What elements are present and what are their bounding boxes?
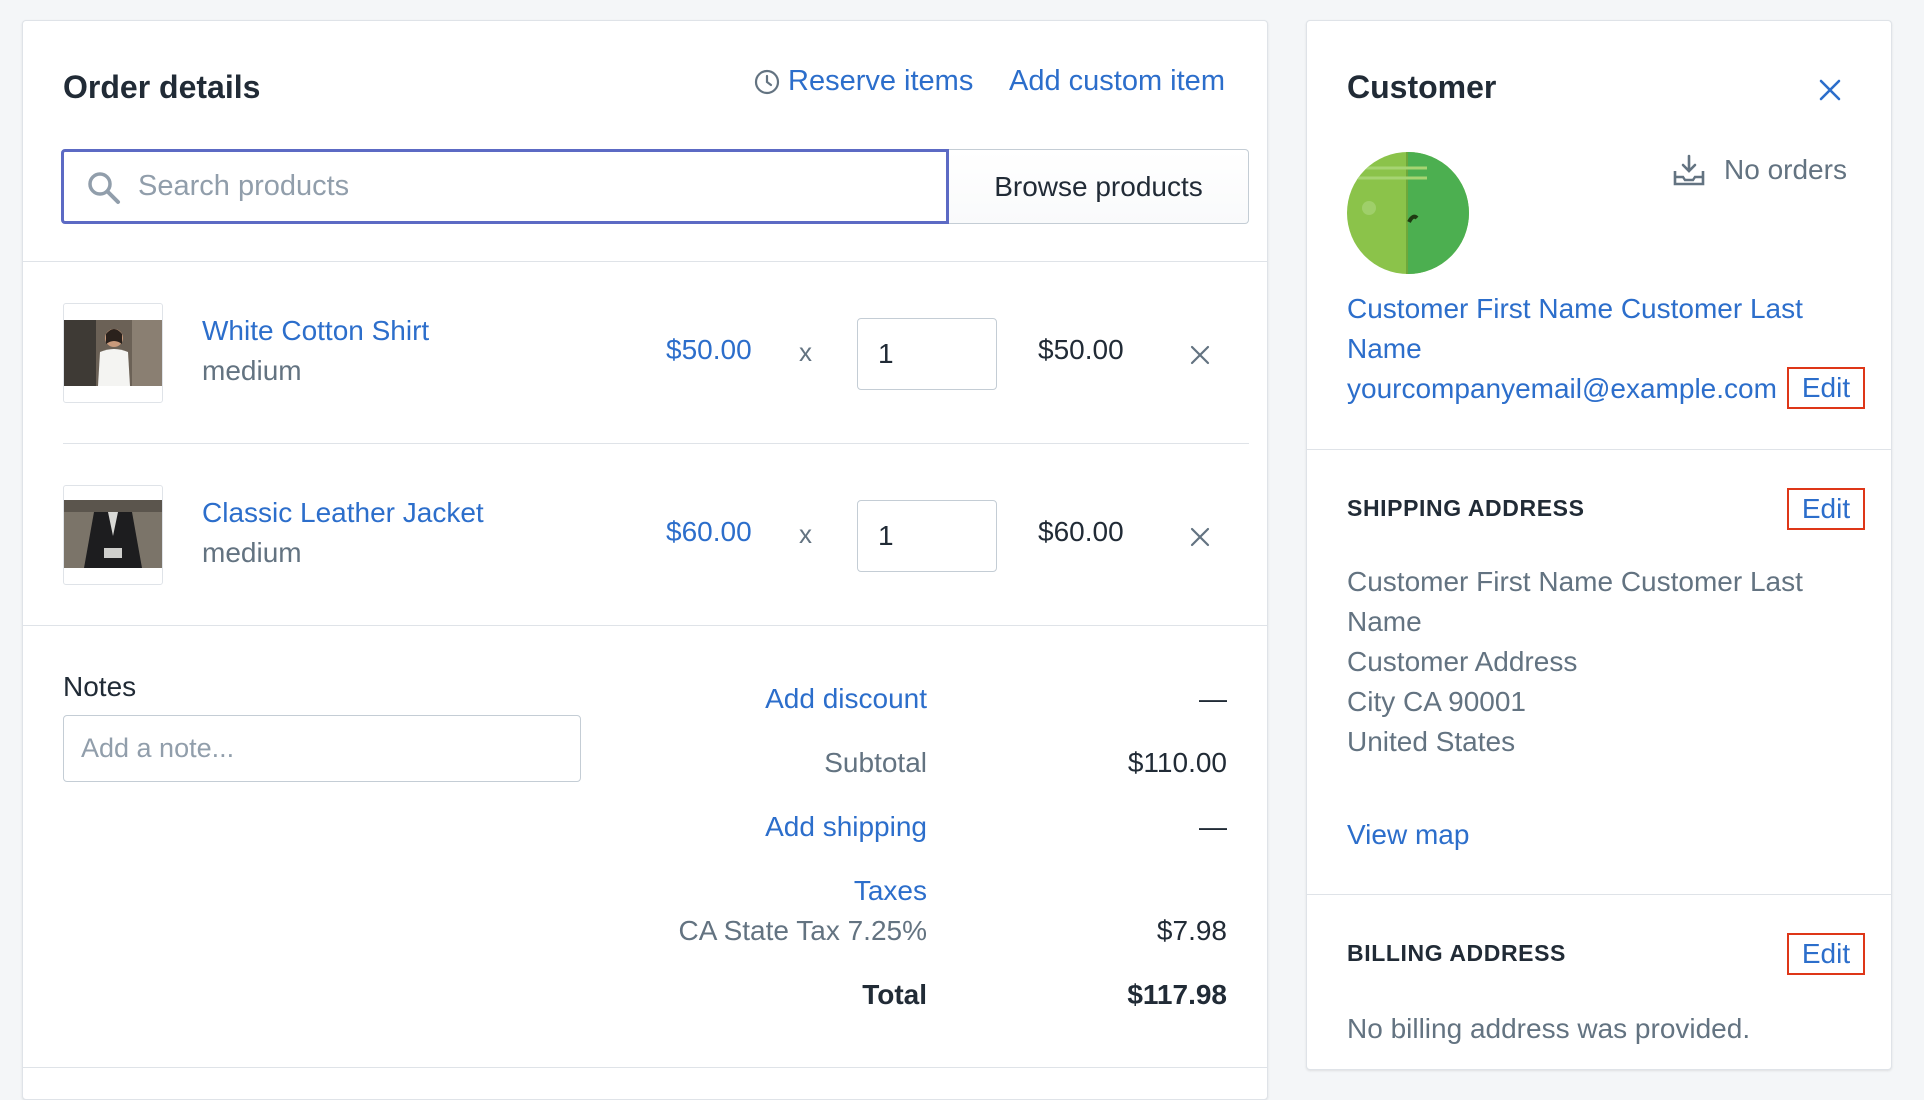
- edit-customer-button[interactable]: Edit: [1787, 367, 1865, 409]
- total-value: $117.98: [1127, 979, 1227, 1010]
- add-custom-item-link[interactable]: Add custom item: [1009, 65, 1225, 98]
- product-variant: medium: [202, 355, 302, 386]
- notes-label: Notes: [63, 671, 137, 702]
- customer-name-link[interactable]: Customer First Name Customer Last Name: [1347, 289, 1803, 369]
- orders-status: No orders: [1672, 153, 1847, 187]
- divider: [23, 261, 1267, 262]
- divider: [63, 443, 1249, 444]
- line-total: $50.00: [1038, 334, 1124, 365]
- product-name-link[interactable]: White Cotton Shirt: [202, 315, 429, 347]
- total-label: Total: [862, 979, 927, 1010]
- unit-price-link[interactable]: $50.00: [666, 334, 752, 366]
- shipping-address-heading: SHIPPING ADDRESS: [1347, 495, 1585, 521]
- address-line: United States: [1347, 726, 1516, 757]
- edit-billing-address-button[interactable]: Edit: [1787, 933, 1865, 975]
- orders-status-text: No orders: [1724, 154, 1847, 185]
- times-sign: x: [799, 337, 812, 367]
- browse-products-button[interactable]: Browse products: [949, 149, 1249, 224]
- reserve-items-link[interactable]: Reserve items: [754, 65, 973, 98]
- discount-value: —: [1199, 683, 1227, 714]
- taxes-link[interactable]: Taxes: [527, 875, 927, 907]
- product-variant: medium: [202, 537, 302, 568]
- inbox-download-icon: [1673, 154, 1705, 186]
- address-line: City CA 90001: [1347, 686, 1526, 717]
- divider: [1307, 449, 1891, 450]
- quantity-input[interactable]: [857, 318, 997, 390]
- billing-address-text: No billing address was provided.: [1347, 1013, 1751, 1044]
- customer-card: Customer No orders Customer First Name C…: [1306, 20, 1892, 1070]
- avatar: [1347, 152, 1469, 274]
- order-details-card: Order details Reserve items Add custom i…: [22, 20, 1268, 1100]
- clock-icon: [754, 69, 780, 94]
- address-line: Name: [1347, 606, 1422, 637]
- search-icon: [88, 172, 120, 204]
- customer-name-line: Name: [1347, 333, 1422, 364]
- product-name-link[interactable]: Classic Leather Jacket: [202, 497, 484, 529]
- tax-line-label: CA State Tax 7.25%: [678, 915, 927, 946]
- add-discount-link[interactable]: Add discount: [527, 683, 927, 715]
- order-details-title: Order details: [63, 69, 261, 105]
- close-icon[interactable]: [1189, 526, 1211, 548]
- note-input[interactable]: [63, 715, 581, 782]
- customer-name-line: Customer First Name Customer Last: [1347, 293, 1803, 324]
- product-search-box: [61, 149, 949, 224]
- shipping-address-block: Customer First Name Customer Last Name C…: [1347, 562, 1803, 762]
- add-shipping-link[interactable]: Add shipping: [527, 811, 927, 843]
- close-icon[interactable]: [1817, 77, 1843, 103]
- tax-line-value: $7.98: [1156, 915, 1227, 946]
- shipping-value: —: [1199, 811, 1227, 842]
- subtotal-value: $110.00: [1127, 747, 1227, 778]
- line-total: $60.00: [1038, 516, 1124, 547]
- customer-email-link[interactable]: yourcompanyemail@example.com: [1347, 369, 1777, 409]
- product-thumbnail-jacket: [63, 485, 163, 585]
- product-thumbnail-shirt: [63, 303, 163, 403]
- quantity-input[interactable]: [857, 500, 997, 572]
- unit-price-link[interactable]: $60.00: [666, 516, 752, 548]
- reserve-items-label: Reserve items: [788, 65, 974, 97]
- divider: [23, 1067, 1267, 1068]
- close-icon[interactable]: [1189, 344, 1211, 366]
- divider: [23, 625, 1267, 626]
- edit-shipping-address-button[interactable]: Edit: [1787, 488, 1865, 530]
- search-products-input[interactable]: [138, 152, 928, 221]
- billing-address-heading: BILLING ADDRESS: [1347, 940, 1566, 966]
- view-map-link[interactable]: View map: [1347, 815, 1469, 855]
- subtotal-label: Subtotal: [824, 747, 927, 778]
- divider: [1307, 894, 1891, 895]
- address-line: Customer First Name Customer Last: [1347, 566, 1803, 597]
- times-sign: x: [799, 519, 812, 549]
- customer-title: Customer: [1347, 69, 1497, 105]
- address-line: Customer Address: [1347, 646, 1578, 677]
